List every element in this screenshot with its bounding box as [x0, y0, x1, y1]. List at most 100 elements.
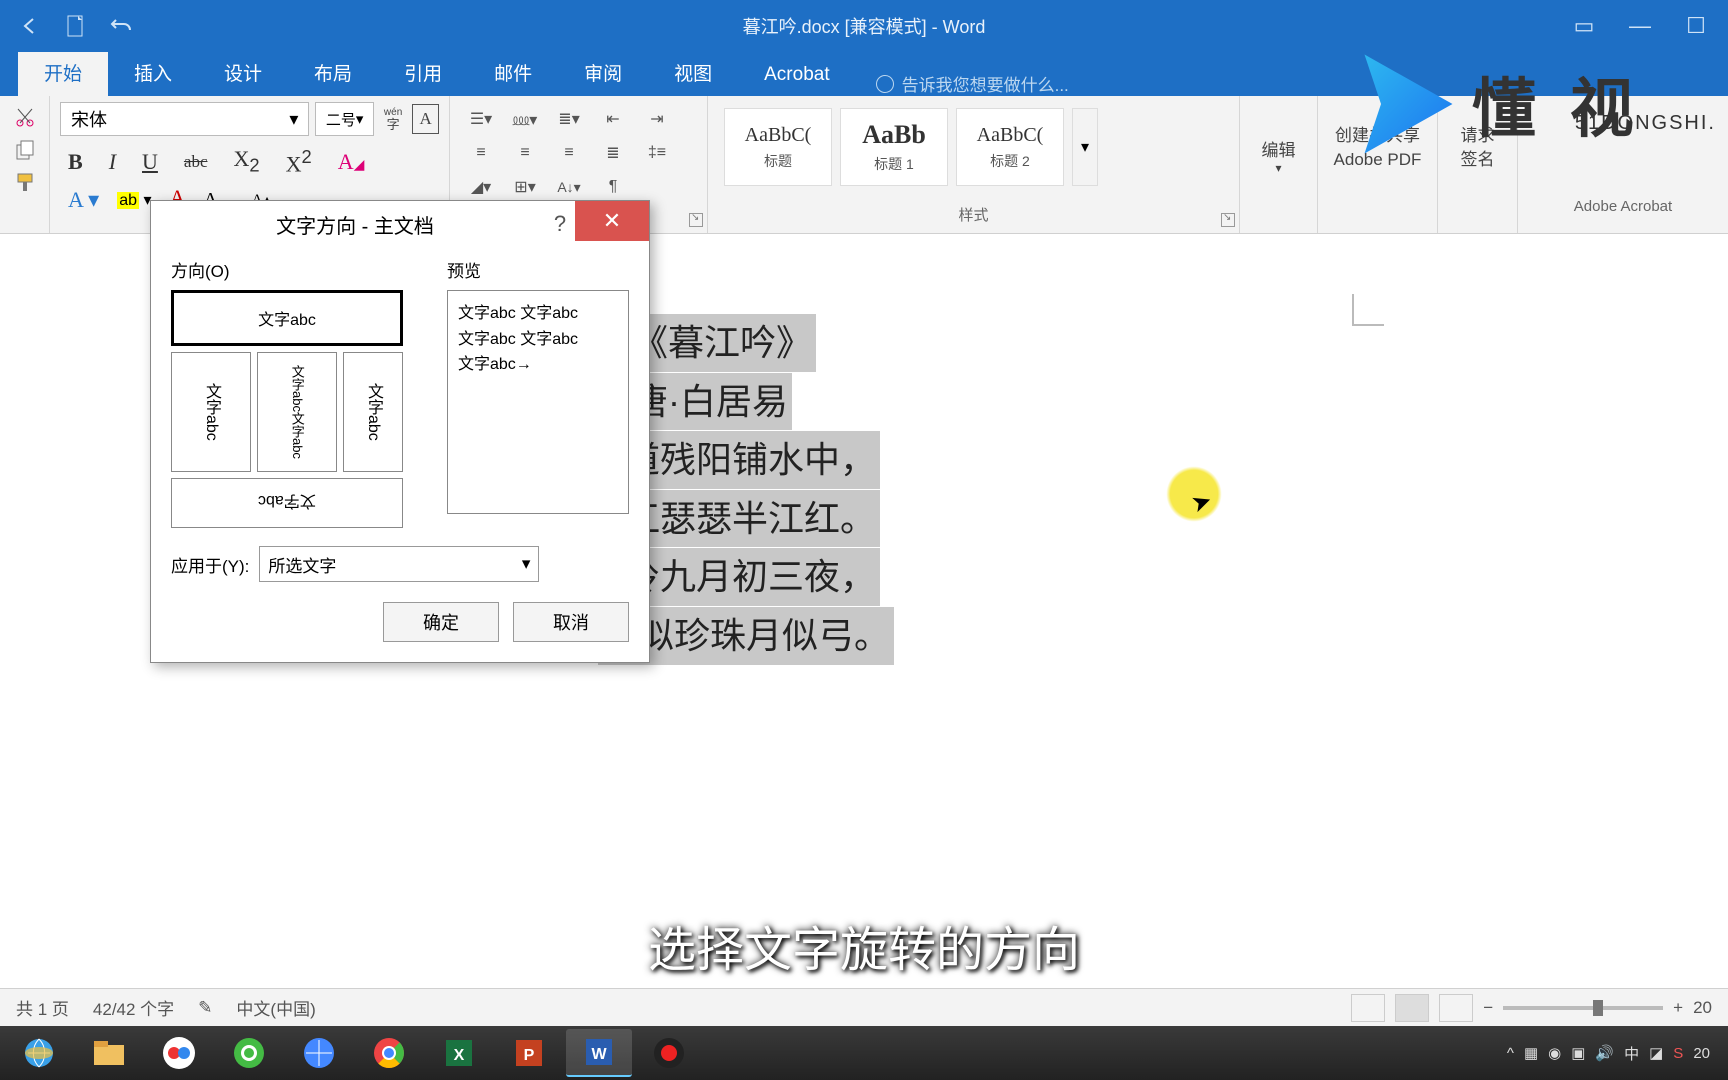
edit-label[interactable]: 编辑 — [1250, 136, 1307, 161]
highlight-icon[interactable]: ab ▾ — [117, 190, 151, 210]
styles-dialog-launcher[interactable] — [1221, 213, 1235, 227]
tab-insert[interactable]: 插入 — [108, 49, 198, 96]
new-doc-icon[interactable] — [64, 14, 88, 38]
tray-volume-icon[interactable]: 🔊 — [1595, 1044, 1614, 1062]
style-heading2[interactable]: AaBbC(标题 2 — [956, 108, 1064, 186]
cut-icon[interactable] — [11, 104, 39, 132]
tab-design[interactable]: 设计 — [198, 49, 288, 96]
clear-format-icon[interactable]: A◢ — [338, 149, 365, 175]
align-right-icon[interactable]: ≡ — [554, 140, 584, 166]
inc-indent-icon[interactable]: ⇥ — [642, 106, 672, 132]
chrome-icon[interactable] — [356, 1029, 422, 1077]
browser-icon[interactable] — [286, 1029, 352, 1077]
excel-icon[interactable]: X — [426, 1029, 492, 1077]
line-spacing-icon[interactable]: ‡≡ — [642, 140, 672, 166]
underline-button[interactable]: U — [142, 149, 158, 175]
text-effects-icon[interactable]: A ▾ — [68, 187, 99, 213]
dialog-help-icon[interactable]: ? — [545, 211, 575, 237]
read-mode-icon[interactable] — [1351, 994, 1385, 1022]
copy-icon[interactable] — [11, 136, 39, 164]
tray-app4-icon[interactable]: ◪ — [1649, 1044, 1663, 1062]
style-heading1[interactable]: AaBb标题 1 — [840, 108, 948, 186]
tray-lang[interactable]: 中 — [1624, 1043, 1639, 1064]
dir-vertical-1[interactable]: 文字abc — [171, 352, 251, 472]
word-count[interactable]: 42/42 个字 — [93, 995, 174, 1020]
shading-icon[interactable]: ◢▾ — [466, 174, 496, 200]
tab-mailings[interactable]: 邮件 — [468, 49, 558, 96]
strike-button[interactable]: abc — [184, 152, 208, 172]
align-left-icon[interactable]: ≡ — [466, 140, 496, 166]
dec-indent-icon[interactable]: ⇤ — [598, 106, 628, 132]
dir-horizontal[interactable]: 文字abc — [171, 290, 403, 346]
video-subtitle: 选择文字旋转的方向 — [648, 910, 1080, 980]
bold-button[interactable]: B — [68, 149, 83, 175]
tray-app3-icon[interactable]: ▣ — [1571, 1044, 1585, 1062]
styles-more-icon[interactable]: ▾ — [1072, 108, 1098, 186]
tab-review[interactable]: 审阅 — [558, 49, 648, 96]
tray-chevron-icon[interactable]: ^ — [1507, 1045, 1514, 1062]
italic-button[interactable]: I — [109, 149, 116, 175]
dir-rotated[interactable]: 文字abc — [171, 478, 403, 528]
minimize-icon[interactable]: — — [1620, 13, 1660, 39]
web-layout-icon[interactable] — [1439, 994, 1473, 1022]
tab-references[interactable]: 引用 — [378, 49, 468, 96]
language-status[interactable]: 中文(中国) — [236, 995, 315, 1020]
tab-home[interactable]: 开始 — [18, 49, 108, 96]
paragraph-dialog-launcher[interactable] — [689, 213, 703, 227]
justify-icon[interactable]: ≣ — [598, 140, 628, 166]
zoom-out-icon[interactable]: − — [1483, 998, 1493, 1018]
bullets-icon[interactable]: ☰▾ — [466, 106, 496, 132]
print-layout-icon[interactable] — [1395, 994, 1429, 1022]
char-border-icon[interactable]: A — [412, 104, 439, 134]
360-icon[interactable] — [216, 1029, 282, 1077]
group-clipboard — [0, 96, 50, 233]
font-name-select[interactable]: 宋体▾ — [60, 102, 309, 136]
word-icon[interactable]: W — [566, 1029, 632, 1077]
superscript-button[interactable]: X2 — [286, 146, 312, 177]
ok-button[interactable]: 确定 — [383, 602, 499, 642]
page-count[interactable]: 共 1 页 — [16, 995, 69, 1020]
zoom-slider[interactable] — [1503, 1006, 1663, 1010]
multilevel-icon[interactable]: ≣▾ — [554, 106, 584, 132]
style-title[interactable]: AaBbC(标题 — [724, 108, 832, 186]
zoom-in-icon[interactable]: + — [1673, 998, 1683, 1018]
tab-acrobat[interactable]: Acrobat — [738, 54, 855, 96]
borders-icon[interactable]: ⊞▾ — [510, 174, 540, 200]
ie-icon[interactable] — [6, 1029, 72, 1077]
dir-vertical-2[interactable]: 文字abc文字abc — [257, 352, 337, 472]
tray-app5-icon[interactable]: S — [1673, 1045, 1683, 1062]
show-marks-icon[interactable]: ¶ — [598, 174, 628, 200]
poem-line2: 唐·白居易 — [628, 373, 792, 431]
poem-text[interactable]: 《暮江吟》 唐·白居易 一道残阳铺水中， 半江瑟瑟半江红。 可怜九月初三夜， 露… — [628, 314, 894, 666]
cancel-button[interactable]: 取消 — [513, 602, 629, 642]
powerpoint-icon[interactable]: P — [496, 1029, 562, 1077]
tray-time[interactable]: 20 — [1693, 1045, 1710, 1062]
zoom-value[interactable]: 20 — [1693, 998, 1712, 1018]
tab-view[interactable]: 视图 — [648, 49, 738, 96]
sort-icon[interactable]: A↓▾ — [554, 174, 584, 200]
subscript-button[interactable]: X2 — [234, 146, 260, 176]
proofing-icon[interactable]: ✎ — [198, 998, 212, 1018]
apply-to-label: 应用于(Y): — [171, 552, 249, 577]
svg-text:X: X — [454, 1047, 465, 1064]
align-center-icon[interactable]: ≡ — [510, 140, 540, 166]
maximize-icon[interactable]: ☐ — [1676, 13, 1716, 39]
apply-to-select[interactable]: 所选文字▾ — [259, 546, 539, 582]
baidu-icon[interactable] — [146, 1029, 212, 1077]
undo-icon[interactable] — [110, 14, 134, 38]
tray-app2-icon[interactable]: ◉ — [1548, 1044, 1561, 1062]
numbering-icon[interactable]: ⅏▾ — [510, 106, 540, 132]
tell-me[interactable]: 告诉我您想要做什么... — [856, 71, 1089, 96]
ribbon-options-icon[interactable]: ▭ — [1564, 13, 1604, 39]
tray-app1-icon[interactable]: ▦ — [1524, 1044, 1538, 1062]
explorer-icon[interactable] — [76, 1029, 142, 1077]
format-painter-icon[interactable] — [11, 168, 39, 196]
font-size-select[interactable]: 二号 ▾ — [315, 102, 373, 136]
dialog-close-button[interactable]: ✕ — [575, 201, 649, 241]
tab-layout[interactable]: 布局 — [288, 49, 378, 96]
back-icon[interactable] — [18, 14, 42, 38]
phonetic-guide-icon[interactable]: wén字 — [380, 104, 406, 134]
record-icon[interactable] — [636, 1029, 702, 1077]
dir-vertical-3[interactable]: 文字abc — [343, 352, 403, 472]
margin-indicator — [1352, 294, 1384, 326]
